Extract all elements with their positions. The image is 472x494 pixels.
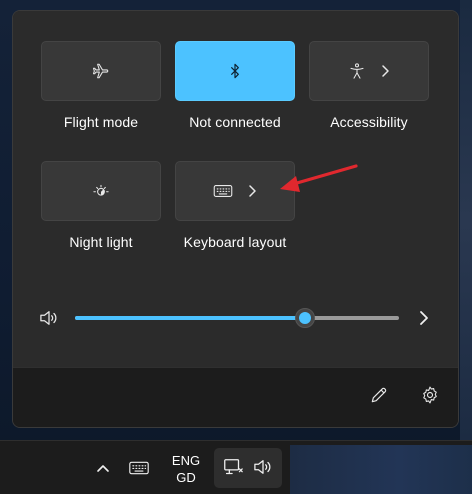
volume-mute-button[interactable] [38, 309, 60, 332]
speaker-icon [254, 460, 271, 474]
night-light-tile[interactable] [41, 161, 161, 221]
chevron-right-icon [420, 311, 428, 325]
volume-slider[interactable] [75, 308, 399, 328]
settings-button[interactable] [420, 385, 440, 410]
keyboard-layout-label: Keyboard layout [183, 234, 287, 250]
chevron-right-icon [382, 65, 389, 77]
speaker-icon [40, 311, 57, 325]
keyboard-icon [129, 461, 149, 475]
volume-slider-fill [75, 316, 306, 320]
flight-mode-tile[interactable] [41, 41, 161, 101]
flight-mode-label: Flight mode [63, 114, 139, 130]
bluetooth-tile[interactable] [175, 41, 295, 101]
quick-settings-button[interactable] [214, 448, 282, 488]
bluetooth-icon [231, 63, 239, 79]
input-language-indicator[interactable]: ENG GD [164, 450, 208, 488]
airplane-icon [92, 63, 109, 79]
quick-settings-footer [13, 367, 458, 427]
chevron-up-icon [97, 465, 109, 472]
accessibility-icon [350, 63, 364, 79]
quick-settings-tiles-area: Flight mode Not connected Accessibility [13, 11, 458, 367]
brightness-icon [93, 184, 109, 196]
quick-settings-flyout: Flight mode Not connected Accessibility [12, 10, 459, 428]
keyboard-icon [213, 185, 233, 197]
desktop-wallpaper-strip [460, 0, 472, 440]
volume-slider-thumb[interactable] [295, 308, 316, 328]
edit-quick-settings-button[interactable] [369, 385, 389, 410]
keyboard-layout-code: GD [176, 470, 196, 485]
chevron-right-icon [249, 185, 256, 197]
pencil-icon [371, 387, 387, 403]
taskbar: ENG GD [0, 440, 472, 494]
network-icon [224, 459, 243, 475]
taskbar-clock-area[interactable] [290, 445, 472, 494]
touch-keyboard-button[interactable] [124, 457, 154, 479]
bluetooth-label: Not connected [189, 114, 281, 130]
accessibility-tile[interactable] [309, 41, 429, 101]
accessibility-label: Accessibility [330, 114, 408, 130]
show-hidden-icons-button[interactable] [92, 457, 114, 479]
gear-icon [423, 386, 437, 404]
night-light-label: Night light [69, 234, 133, 250]
language-code: ENG [171, 453, 201, 468]
volume-output-button[interactable] [415, 308, 433, 333]
annotation-arrow [280, 164, 358, 192]
